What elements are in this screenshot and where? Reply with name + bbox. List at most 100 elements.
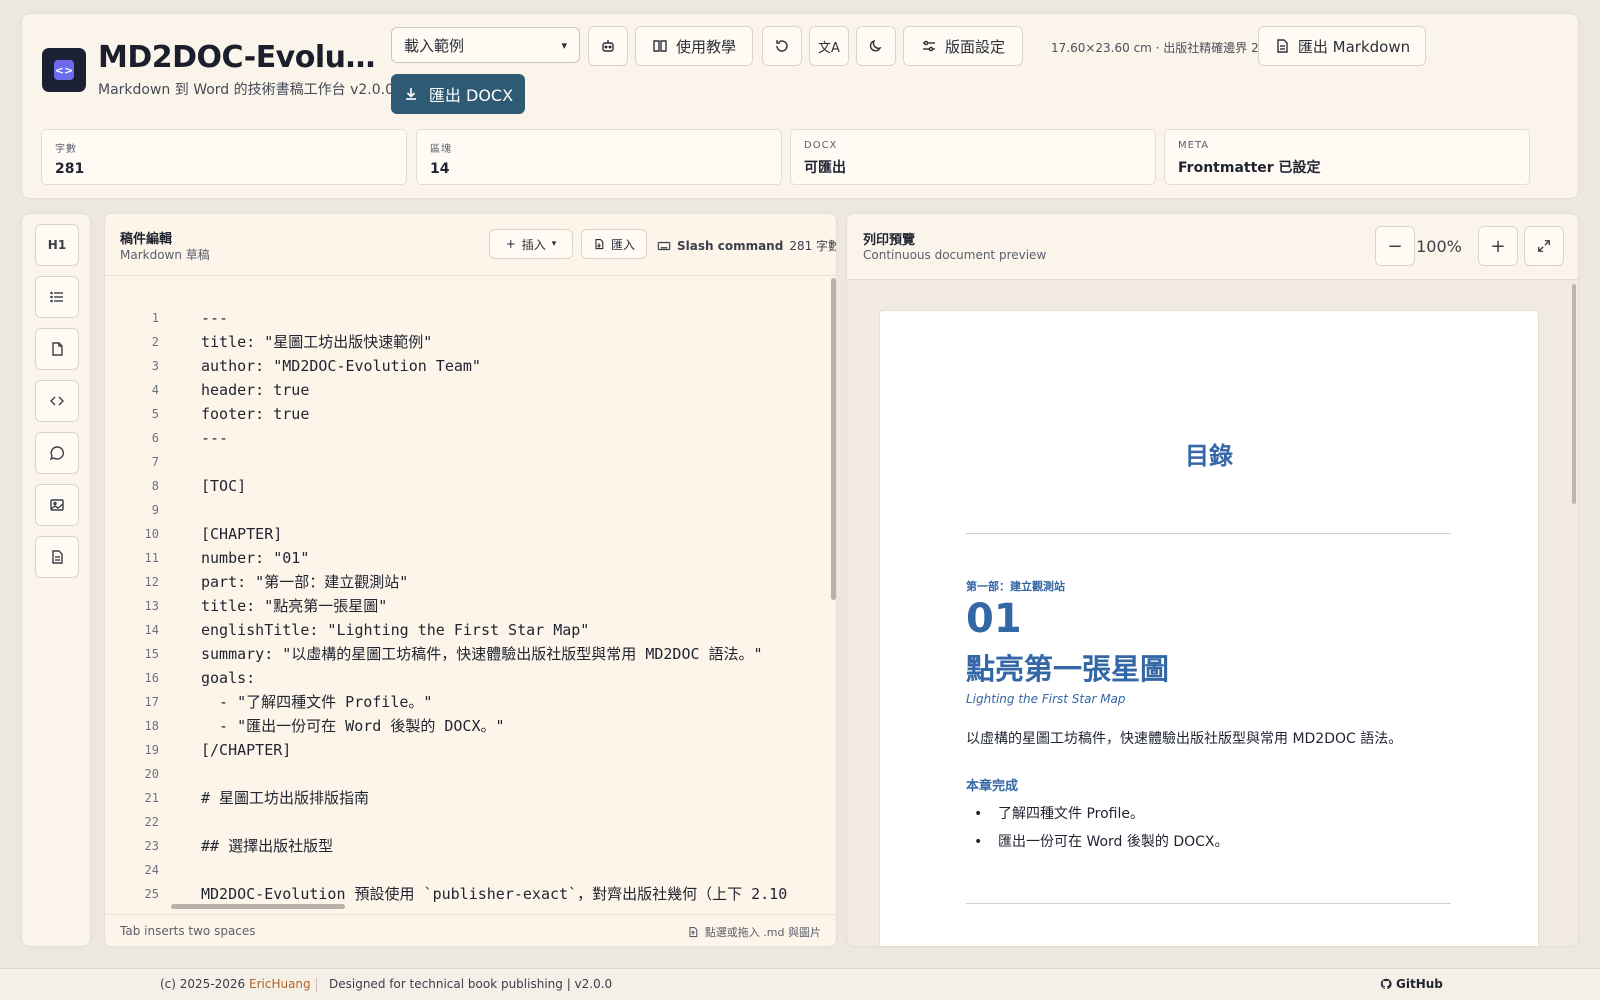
- chapter-english-title: Lighting the First Star Map: [966, 692, 1126, 706]
- line-number-gutter: 1 2 3 4 5 6 7 8 9 10 11 12 13 14 15 16 17 18 19 20 21 22 23 24 2…: [105, 276, 169, 904]
- copyright: (c) 2025-2026 EricHuang: [160, 977, 311, 991]
- line-number: 1: [151, 311, 159, 325]
- footer-divider: [316, 978, 317, 992]
- export-docx-button[interactable]: 匯出 DOCX: [391, 74, 525, 114]
- app-title: MD2DOC-Evolution: [98, 40, 380, 75]
- line-number: 14: [144, 623, 159, 637]
- page-tool-button[interactable]: [35, 328, 79, 370]
- keyboard-icon: [657, 241, 671, 250]
- insert-button[interactable]: + 插入 ▾: [489, 229, 573, 259]
- editor-panel: 稿件編輯 Markdown 草稿 + 插入 ▾ 匯入 Slash command…: [104, 213, 837, 947]
- file-upload-icon: [689, 926, 698, 938]
- document-tool-button[interactable]: [35, 536, 79, 578]
- moon-icon: [869, 39, 882, 52]
- file-icon: [1277, 39, 1288, 53]
- chapter-title: 點亮第一張星圖: [966, 652, 1170, 686]
- line-number: 24: [144, 863, 159, 877]
- line-number: 8: [151, 479, 159, 493]
- divider: [966, 903, 1451, 904]
- slash-command-label: Slash command: [677, 238, 784, 253]
- stat-meta: META Frontmatter 已設定: [1164, 129, 1530, 185]
- insert-label: 插入: [521, 237, 546, 252]
- preview-header: 列印預覽 Continuous document preview − 100% …: [847, 214, 1578, 280]
- line-number: 11: [144, 551, 159, 565]
- plus-icon: +: [505, 237, 516, 251]
- preview-scrollbar[interactable]: [1572, 284, 1576, 504]
- zoom-in-button[interactable]: +: [1478, 226, 1518, 266]
- zoom-level: 100%: [1416, 237, 1462, 256]
- stat-blocks: 區塊 14: [416, 129, 782, 185]
- list-tool-button[interactable]: [35, 276, 79, 318]
- code-icon: [50, 396, 64, 406]
- editor-vertical-scrollbar[interactable]: [831, 278, 836, 600]
- line-number: 21: [144, 791, 159, 805]
- code-line: englishTitle: "Lighting the First Star M…: [201, 621, 590, 639]
- reset-button[interactable]: [762, 26, 802, 66]
- line-number: 17: [144, 695, 159, 709]
- code-line: author: "MD2DOC-Evolution Team": [201, 357, 481, 375]
- stat-label: 區塊: [430, 144, 452, 155]
- book-icon: [653, 40, 667, 52]
- ai-assistant-button[interactable]: [588, 26, 628, 66]
- zoom-out-button[interactable]: −: [1375, 226, 1415, 266]
- code-tool-button[interactable]: [35, 380, 79, 422]
- heading-tool-button[interactable]: H1: [35, 224, 79, 266]
- example-select[interactable]: 載入範例 ▾: [391, 27, 580, 63]
- chapter-summary: 以虛構的星圖工坊稿件，快速體驗出版社版型與常用 MD2DOC 語法。: [966, 731, 1403, 747]
- code-icon: <>: [54, 60, 74, 80]
- line-number: 4: [151, 383, 159, 397]
- preview-title: 列印預覽: [863, 233, 916, 248]
- author-link[interactable]: EricHuang: [249, 977, 311, 991]
- tutorial-label: 使用教學: [675, 37, 736, 56]
- stat-value: 281: [55, 161, 85, 177]
- chevron-down-icon: ▾: [561, 38, 567, 52]
- plus-icon: +: [1490, 235, 1506, 257]
- comment-tool-button[interactable]: [35, 432, 79, 474]
- line-number: 12: [144, 575, 159, 589]
- line-number: 2: [151, 335, 159, 349]
- tutorial-button[interactable]: 使用教學: [635, 26, 753, 66]
- goal-item: 了解四種文件 Profile。: [966, 803, 1144, 823]
- export-markdown-button[interactable]: 匯出 Markdown: [1258, 26, 1426, 66]
- slash-command-hint: Slash command 281 字數: [657, 237, 837, 254]
- code-line: - "了解四種文件 Profile。": [201, 693, 433, 711]
- line-number: 22: [144, 815, 159, 829]
- layout-settings-button[interactable]: 版面設定: [903, 26, 1023, 66]
- divider: [966, 533, 1451, 534]
- document-icon: [52, 550, 63, 564]
- app-subtitle: Markdown 到 Word 的技術書稿工作台 v2.0.0: [98, 82, 394, 98]
- stat-docx: DOCX 可匯出: [790, 129, 1156, 185]
- drop-hint-label: 點選或拖入 .md 與圖片: [704, 926, 821, 939]
- fullscreen-button[interactable]: [1524, 226, 1564, 266]
- line-number: 7: [151, 455, 159, 469]
- copyright-text: (c) 2025-2026: [160, 977, 249, 991]
- markdown-code-area[interactable]: --- title: "星圖工坊出版快速範例" author: "MD2DOC-Ev…: [201, 276, 811, 904]
- heading-icon: H1: [47, 238, 67, 252]
- line-number: 6: [151, 431, 159, 445]
- import-button[interactable]: 匯入: [581, 229, 647, 259]
- github-link[interactable]: GitHub: [1380, 977, 1443, 991]
- language-button[interactable]: 文A: [809, 26, 849, 66]
- line-number: 16: [144, 671, 159, 685]
- refresh-icon: [776, 40, 788, 52]
- line-number: 18: [144, 719, 159, 733]
- stat-word-count: 字數 281: [41, 129, 407, 185]
- line-number: 10: [144, 527, 159, 541]
- download-icon: [405, 88, 416, 100]
- file-import-icon: [595, 238, 604, 250]
- line-number: 15: [144, 647, 159, 661]
- code-line: number: "01": [201, 549, 310, 567]
- editor-horizontal-scrollbar[interactable]: [171, 904, 345, 909]
- image-tool-button[interactable]: [35, 484, 79, 526]
- line-number: 13: [144, 599, 159, 613]
- tab-hint: Tab inserts two spaces: [120, 924, 256, 938]
- app-header: <> MD2DOC-Evolution Markdown 到 Word 的技術書…: [21, 13, 1579, 199]
- stat-label: META: [1178, 140, 1210, 151]
- drop-hint[interactable]: 點選或拖入 .md 與圖片: [687, 924, 821, 940]
- theme-toggle-button[interactable]: [856, 26, 896, 66]
- export-markdown-label: 匯出 Markdown: [1297, 37, 1411, 56]
- editor-word-count: 281 字數: [789, 239, 837, 253]
- chevron-down-icon: ▾: [551, 239, 557, 249]
- github-label: GitHub: [1396, 977, 1443, 991]
- stat-value: 14: [430, 161, 450, 177]
